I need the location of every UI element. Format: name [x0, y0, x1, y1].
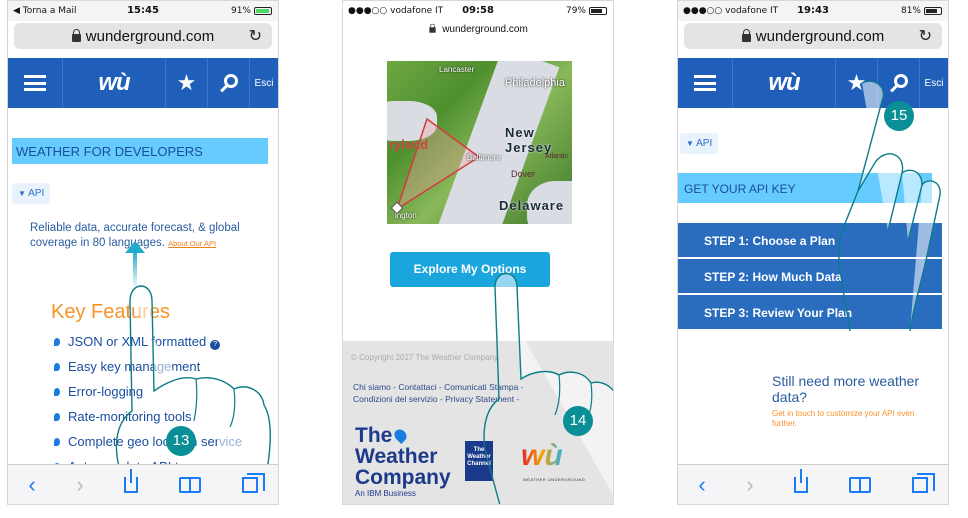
wu-logo[interactable]: wù: [63, 58, 166, 108]
more-data-heading: Still need more weather data?: [772, 373, 920, 405]
search-icon: [223, 74, 238, 88]
safari-toolbar: ‹ ›: [678, 464, 948, 504]
weather-channel-logo[interactable]: The Weather Channel: [465, 441, 493, 481]
wu-footer-logo[interactable]: wù: [521, 439, 563, 473]
site-nav: wù ★ Esci: [8, 58, 278, 108]
search-button[interactable]: [208, 58, 250, 108]
map-label: Atlantic: [545, 153, 568, 160]
footer-link-row[interactable]: Chi siamo - Contattaci - Comunicati Stam…: [353, 381, 524, 393]
battery-icon: [924, 7, 942, 15]
back-icon[interactable]: ‹: [698, 472, 705, 498]
safari-toolbar: ‹ ›: [8, 464, 278, 504]
bookmarks-icon[interactable]: [178, 476, 201, 493]
back-icon[interactable]: ‹: [28, 472, 35, 498]
radar-map[interactable]: Lancaster Philadelphia New Jersey ryland…: [387, 61, 572, 224]
exit-button[interactable]: Esci: [250, 58, 278, 108]
status-bar: ◀ Torna a Mail 15:45 91%: [8, 1, 278, 21]
help-icon[interactable]: ?: [210, 340, 221, 350]
api-toggle[interactable]: API: [680, 133, 719, 154]
swipe-up-arrow-icon: [125, 241, 145, 289]
drop-icon: [392, 427, 410, 444]
status-right: 81%: [901, 6, 942, 16]
map-label: New Jersey: [505, 125, 553, 155]
ibm-tagline: An IBM Business: [355, 489, 416, 498]
map-label: ington: [395, 211, 417, 220]
map-label: Baltimore: [467, 153, 501, 162]
battery-percent: 91%: [230, 6, 251, 16]
lock-icon: [71, 28, 81, 42]
map-label: Dover: [511, 169, 536, 179]
favorites-button[interactable]: ★: [166, 58, 208, 108]
url-text: wunderground.com: [442, 23, 528, 35]
step-badge: 15: [884, 101, 914, 131]
reload-icon[interactable]: ↻: [249, 26, 262, 46]
step-2-button[interactable]: STEP 2: How Much Data: [678, 259, 942, 294]
explore-options-button[interactable]: Explore My Options: [390, 252, 550, 287]
address-bar[interactable]: wunderground.com ↻: [14, 23, 272, 49]
hamburger-icon: [694, 75, 716, 91]
map-label: ryland: [389, 137, 429, 152]
status-right: 91%: [231, 6, 272, 16]
footer-links: Chi siamo - Contattaci - Comunicati Stam…: [353, 381, 524, 405]
phone-screen-1: ◀ Torna a Mail 15:45 91% wunderground.co…: [7, 0, 279, 505]
feature-item[interactable]: JSON or XML formatted?: [54, 329, 250, 354]
feature-item[interactable]: Easy key management: [54, 354, 250, 379]
star-icon: ★: [846, 70, 867, 95]
section-banner: WEATHER FOR DEVELOPERS: [12, 138, 268, 164]
step-badge: 13: [166, 426, 196, 456]
map-label: Philadelphia: [505, 77, 565, 89]
address-bar[interactable]: wunderground.com ↻: [684, 23, 942, 49]
map-label: Delaware: [499, 198, 565, 213]
lock-icon: [429, 23, 436, 33]
step-3-button[interactable]: STEP 3: Review Your Plan: [678, 295, 942, 330]
reload-icon[interactable]: ↻: [919, 26, 932, 46]
exit-button[interactable]: Esci: [920, 58, 948, 108]
step-1-button[interactable]: STEP 1: Choose a Plan: [678, 223, 942, 258]
bookmarks-icon[interactable]: [848, 476, 871, 493]
footer-link-row[interactable]: Condizioni del servizio - Privacy Statem…: [353, 393, 524, 405]
menu-button[interactable]: [678, 58, 733, 108]
phone-screen-3: ●●●○○ vodafone IT 19:43 81% wunderground…: [677, 0, 949, 505]
api-description: Reliable data, accurate forecast, & glob…: [30, 221, 270, 251]
star-icon: ★: [176, 70, 197, 95]
feature-item[interactable]: Error-logging: [54, 379, 250, 404]
menu-button[interactable]: [8, 58, 63, 108]
section-banner: GET YOUR API KEY: [678, 173, 932, 203]
share-icon[interactable]: [794, 468, 809, 493]
about-api-link[interactable]: About Our API: [168, 239, 216, 248]
url-text: wunderground.com: [85, 27, 215, 45]
status-right: 79%: [566, 6, 607, 16]
wu-footer-caption: WEATHER UNDERGROUND: [523, 477, 586, 482]
battery-percent: 79%: [565, 6, 586, 16]
wu-logo[interactable]: wù: [733, 58, 836, 108]
search-icon: [893, 74, 908, 88]
favorites-button[interactable]: ★: [836, 58, 878, 108]
forward-icon[interactable]: ›: [76, 472, 83, 498]
battery-percent: 81%: [900, 6, 921, 16]
status-bar: ●●●○○ vodafone IT 09:58 79%: [343, 1, 613, 21]
address-bar[interactable]: wunderground.com: [349, 19, 607, 39]
share-icon[interactable]: [124, 468, 139, 493]
feature-item[interactable]: Rate-monitoring tools: [54, 404, 250, 429]
site-nav: wù ★ Esci: [678, 58, 948, 108]
forward-icon[interactable]: ›: [746, 472, 753, 498]
contact-link[interactable]: Get in touch to customize your API even …: [772, 409, 922, 429]
lock-icon: [741, 28, 751, 42]
hamburger-icon: [24, 75, 46, 91]
weather-company-logo[interactable]: The Weather Company An IBM Business: [355, 425, 451, 500]
tabs-icon[interactable]: [911, 472, 935, 493]
features-list: JSON or XML formatted? Easy key manageme…: [54, 329, 250, 479]
battery-icon: [254, 7, 272, 15]
tabs-icon[interactable]: [241, 472, 265, 493]
url-text: wunderground.com: [755, 27, 885, 45]
api-toggle[interactable]: API: [12, 183, 51, 204]
status-bar: ●●●○○ vodafone IT 19:43 81%: [678, 1, 948, 21]
feature-item[interactable]: Complete geo location service: [54, 429, 250, 454]
copyright-text: © Copyright 2017 The Weather Company: [351, 353, 499, 362]
phone-screen-2: ●●●○○ vodafone IT 09:58 79% wunderground…: [342, 0, 614, 505]
map-label: Lancaster: [439, 65, 475, 74]
step-badge: 14: [563, 406, 593, 436]
battery-icon: [589, 7, 607, 15]
key-features-title: Key Features: [51, 301, 170, 323]
